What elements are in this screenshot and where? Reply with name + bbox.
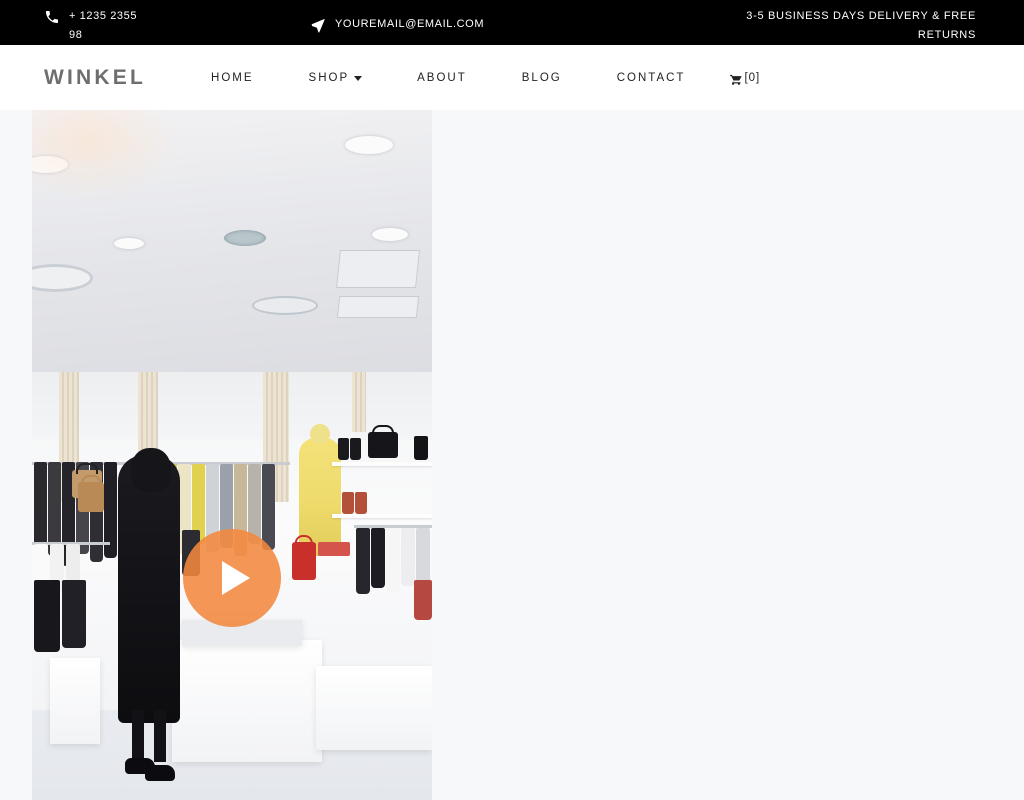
ceiling-light <box>114 238 144 249</box>
display-podium <box>316 666 432 750</box>
play-button[interactable] <box>183 529 281 627</box>
boot <box>414 436 428 460</box>
garment <box>62 580 86 648</box>
nav-list: HOME SHOP ABOUT BLOG CONTACT [0] <box>196 71 770 85</box>
ceiling-light <box>32 267 90 289</box>
topbar-phone[interactable]: + 1235 2355 98 <box>0 5 310 45</box>
boot <box>338 438 349 460</box>
ceiling-light <box>224 230 266 246</box>
main-navigation: WINKEL HOME SHOP ABOUT BLOG CONTACT [0] <box>0 45 1024 110</box>
display-podium <box>172 640 322 762</box>
nav-item-label: SHOP <box>308 71 350 84</box>
boot <box>342 492 354 514</box>
store-interior-image <box>32 110 432 800</box>
topbar-email[interactable]: YOUREMAIL@EMAIL.COM <box>310 5 620 34</box>
shipping-text: 3-5 BUSINESS DAYS DELIVERY & FREE RETURN… <box>746 10 976 41</box>
curtain <box>352 372 366 432</box>
shopper-head <box>131 448 171 492</box>
email-address: YOUREMAIL@EMAIL.COM <box>335 18 485 30</box>
garment <box>371 528 385 588</box>
nav-item-blog[interactable]: BLOG <box>507 72 577 84</box>
wall-shelf <box>332 514 432 518</box>
handbag <box>292 542 316 580</box>
ceiling <box>32 110 432 372</box>
garment <box>356 528 370 594</box>
handbag <box>78 482 104 512</box>
chevron-down-icon <box>354 76 363 81</box>
nav-item-contact[interactable]: CONTACT <box>602 72 701 84</box>
phone-icon <box>44 9 60 25</box>
page-content <box>0 110 1024 800</box>
nav-item-label: BLOG <box>521 71 562 84</box>
nav-item-label: CONTACT <box>616 71 686 84</box>
wall-shelf <box>332 462 432 466</box>
nav-item-shop[interactable]: SHOP <box>294 72 378 84</box>
paper-plane-icon <box>310 17 326 33</box>
boot <box>350 438 361 460</box>
topbar-shipping-notice: 3-5 BUSINESS DAYS DELIVERY & FREE RETURN… <box>620 5 1020 45</box>
folded-garment <box>318 542 350 556</box>
garment <box>414 580 432 620</box>
nav-item-label: ABOUT <box>417 71 467 84</box>
shopper-figure <box>118 455 180 723</box>
nav-item-home[interactable]: HOME <box>196 72 269 84</box>
ceiling-light <box>372 228 408 241</box>
ceiling-vent <box>336 250 420 288</box>
ceiling-vent <box>336 296 420 318</box>
shopper-leg <box>154 710 166 762</box>
shopper-leg <box>132 710 144 762</box>
shopping-cart-icon <box>729 72 743 86</box>
cart-count: [0] <box>744 71 761 84</box>
boot <box>355 492 367 514</box>
ceiling-light <box>254 298 316 313</box>
ceiling-light <box>345 136 393 154</box>
garment <box>401 528 415 586</box>
ceiling-light <box>32 156 68 173</box>
phone-number: + 1235 2355 98 <box>69 10 138 41</box>
garment <box>34 580 60 652</box>
nav-item-about[interactable]: ABOUT <box>402 72 482 84</box>
site-logo[interactable]: WINKEL <box>44 66 146 90</box>
play-triangle-icon <box>222 561 250 595</box>
cart-button[interactable]: [0] <box>719 71 770 85</box>
video-thumbnail[interactable] <box>32 110 432 800</box>
shopper-shoe <box>145 765 175 781</box>
top-info-bar: + 1235 2355 98 YOUREMAIL@EMAIL.COM 3-5 B… <box>0 0 1024 45</box>
garment <box>262 464 275 550</box>
display-podium <box>50 658 100 744</box>
handbag <box>368 432 398 458</box>
garment <box>386 528 400 592</box>
nav-item-label: HOME <box>211 71 254 84</box>
